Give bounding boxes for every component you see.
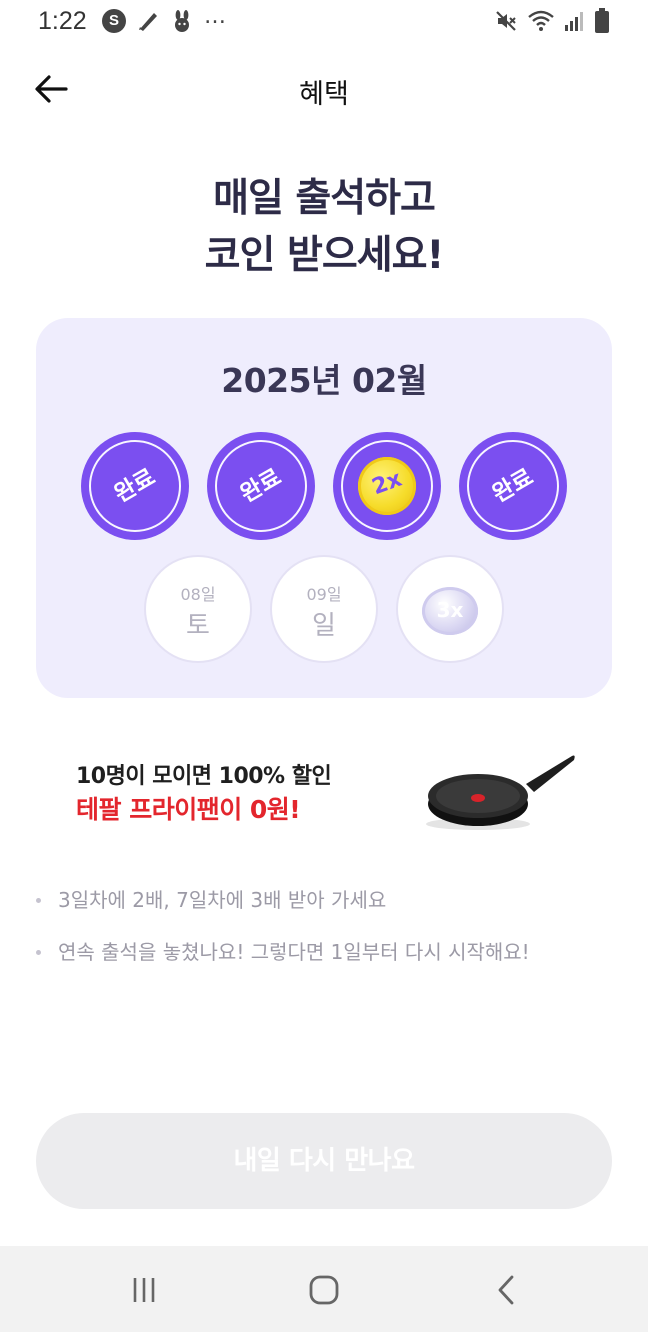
day-date: 08일 <box>180 585 216 604</box>
wifi-icon <box>526 9 556 37</box>
month-label: 2025년 02월 <box>221 361 427 400</box>
signal-icon <box>564 9 586 37</box>
headline-line-1: 매일 출석하고 <box>213 176 436 221</box>
back-icon <box>498 1275 514 1305</box>
day-date: 09일 <box>306 585 342 604</box>
attendance-day-3-bonus: 2x <box>333 432 441 540</box>
headline-line-2: 코인 받으세요! <box>204 233 445 278</box>
headline: 매일 출석하고 코인 받으세요! <box>0 170 648 284</box>
bonus-multiplier: 3x <box>436 598 464 622</box>
promo-banner[interactable]: 10명이 모이면 100% 할인 테팔 프라이팬이 0원! <box>36 736 612 848</box>
bonus-multiplier: 2x <box>368 466 406 501</box>
battery-icon <box>594 8 610 38</box>
attendance-day-1: 완료 <box>81 432 189 540</box>
status-time: 1:22 <box>38 7 87 35</box>
system-back-button[interactable] <box>484 1268 528 1312</box>
recent-apps-icon <box>133 1278 155 1302</box>
overflow-notification-icon: … <box>204 4 228 29</box>
day-weekday: 토 <box>186 611 210 641</box>
mute-icon <box>494 9 518 37</box>
see-you-tomorrow-button[interactable]: 내일 다시 만나요 <box>36 1113 612 1209</box>
notice-item: 연속 출석을 놓쳤나요! 그렇다면 1일부터 다시 시작해요! <box>36 932 626 984</box>
attendance-day-5: 08일 토 <box>144 555 252 663</box>
banner-subheadline: 테팔 프라이팬이 0원! <box>76 795 301 824</box>
attendance-day-2: 완료 <box>207 432 315 540</box>
notice-item: 3일차에 2배, 7일차에 3배 받아 가세요 <box>36 880 626 932</box>
recent-apps-button[interactable] <box>122 1268 166 1312</box>
home-icon <box>309 1275 339 1305</box>
status-bar: 1:22 S … <box>0 0 648 44</box>
attendance-day-7-bonus: 3x <box>396 555 504 663</box>
s-app-icon: S <box>102 9 126 33</box>
rabbit-app-icon <box>170 9 194 33</box>
notice-list: 3일차에 2배, 7일차에 3배 받아 가세요 연속 출석을 놓쳤나요! 그렇다… <box>36 880 626 984</box>
home-button[interactable] <box>302 1268 346 1312</box>
system-navigation-bar <box>0 1246 648 1332</box>
done-stamp: 완료 <box>110 464 160 508</box>
page-title: 혜택 <box>299 79 349 110</box>
app-header: 혜택 <box>0 56 648 124</box>
done-stamp: 완료 <box>236 464 286 508</box>
pen-app-icon <box>136 9 160 33</box>
attendance-card: 2025년 02월 완료 완료 2x 완료 08일 토 09일 일 3x <box>36 318 612 698</box>
banner-headline: 10명이 모이면 100% 할인 <box>76 764 332 789</box>
attendance-day-6: 09일 일 <box>270 555 378 663</box>
done-stamp: 완료 <box>488 464 538 508</box>
frying-pan-image <box>426 755 575 830</box>
silver-coin-icon: 3x <box>422 587 478 635</box>
system-icons <box>494 8 610 38</box>
attendance-day-4: 완료 <box>459 432 567 540</box>
gold-coin-icon: 2x <box>358 457 416 515</box>
notification-icons: S … <box>102 4 228 33</box>
day-weekday: 일 <box>312 611 336 641</box>
